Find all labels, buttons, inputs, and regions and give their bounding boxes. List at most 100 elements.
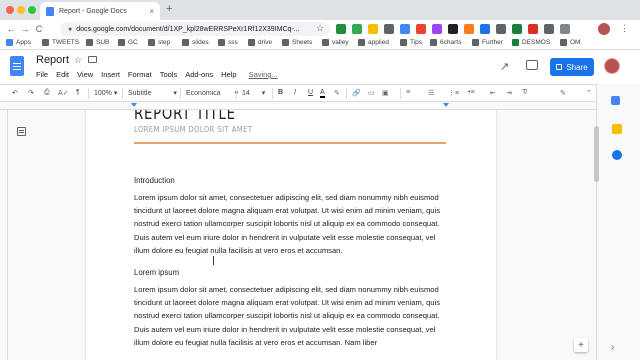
back-button[interactable]: ←: [4, 24, 18, 34]
highlight-icon[interactable]: ✎: [334, 89, 340, 97]
extension-icon[interactable]: [432, 24, 442, 34]
left-indent-marker[interactable]: [131, 103, 137, 107]
text-color-button[interactable]: A: [320, 89, 325, 98]
save-status[interactable]: Saving...: [249, 70, 278, 79]
document-title[interactable]: Report: [36, 54, 69, 66]
bookmark-item[interactable]: OM: [560, 39, 580, 46]
extension-icon[interactable]: [336, 24, 346, 34]
line-spacing-icon[interactable]: ☰: [428, 89, 434, 97]
paint-format-icon[interactable]: ¶: [76, 89, 80, 96]
menu-addons[interactable]: Add-ons: [185, 70, 213, 79]
paragraph[interactable]: Lorem ipsum dolor sit amet, consectetuer…: [134, 283, 452, 349]
extension-icon[interactable]: [528, 24, 538, 34]
bookmark-item[interactable]: Tips: [400, 39, 422, 46]
collapse-menus-icon[interactable]: ⌃: [586, 89, 592, 97]
bookmark-star-icon[interactable]: ☆: [316, 23, 324, 34]
profile-avatar[interactable]: [598, 23, 610, 35]
extension-icon[interactable]: [496, 24, 506, 34]
new-tab-button[interactable]: +: [166, 3, 172, 15]
keep-icon[interactable]: [612, 124, 622, 134]
extension-icon[interactable]: [480, 24, 490, 34]
bookmark-item[interactable]: GC: [118, 39, 138, 46]
spellcheck-icon[interactable]: A✓: [58, 89, 69, 97]
close-tab-icon[interactable]: ×: [149, 7, 154, 16]
add-comment-icon[interactable]: ▭: [368, 89, 375, 97]
paragraph[interactable]: Lorem ipsum dolor sit amet, consectetuer…: [134, 191, 452, 257]
undo-icon[interactable]: ↶: [12, 89, 18, 97]
extension-icon[interactable]: [560, 24, 570, 34]
bookmark-item[interactable]: DESMOS: [512, 39, 550, 46]
heading-introduction[interactable]: Introduction: [134, 176, 175, 185]
extension-icon[interactable]: [368, 24, 378, 34]
bookmark-item[interactable]: slides: [182, 39, 209, 46]
calendar-icon[interactable]: [611, 96, 620, 105]
align-left-icon[interactable]: ≡: [406, 89, 410, 96]
url-bar[interactable]: ● docs.google.com/document/d/1XP_kpl28wE…: [60, 22, 330, 36]
browser-tab[interactable]: Report - Google Docs ×: [40, 2, 160, 20]
increase-indent-icon[interactable]: ⇥: [506, 89, 512, 97]
zoom-select[interactable]: 100% ▾: [94, 89, 117, 97]
extension-icon[interactable]: [448, 24, 458, 34]
move-folder-icon[interactable]: [88, 56, 97, 63]
extension-icon[interactable]: [464, 24, 474, 34]
browser-menu-icon[interactable]: ⋮: [620, 23, 629, 34]
insert-image-icon[interactable]: ▣: [382, 89, 389, 97]
tasks-icon[interactable]: [612, 150, 622, 160]
italic-button[interactable]: I: [294, 89, 296, 96]
menu-view[interactable]: View: [77, 70, 93, 79]
maximize-window-button[interactable]: [28, 6, 36, 14]
underline-button[interactable]: U: [308, 89, 313, 96]
document-page[interactable]: REPORT TITLE LOREM IPSUM DOLOR SIT AMET …: [86, 110, 496, 360]
menu-edit[interactable]: Edit: [56, 70, 69, 79]
extension-icon[interactable]: [512, 24, 522, 34]
extension-icon[interactable]: [544, 24, 554, 34]
clear-formatting-icon[interactable]: T̸: [522, 89, 526, 96]
share-button[interactable]: Share: [550, 58, 594, 76]
redo-icon[interactable]: ↷: [28, 89, 34, 97]
link-icon[interactable]: 🔗: [352, 89, 361, 97]
bookmark-item[interactable]: step: [148, 39, 170, 46]
editing-mode-icon[interactable]: ✎: [560, 89, 566, 97]
explore-button[interactable]: +: [574, 338, 588, 352]
bookmark-item[interactable]: valley: [322, 39, 349, 46]
extension-icon[interactable]: [416, 24, 426, 34]
font-select[interactable]: Economica ▾: [186, 89, 238, 97]
heading-lorem-ipsum[interactable]: Lorem ipsum: [134, 268, 179, 277]
bookmark-item[interactable]: Apps: [6, 39, 31, 46]
activity-trend-icon[interactable]: ↗: [500, 60, 509, 73]
menu-tools[interactable]: Tools: [160, 70, 178, 79]
report-title[interactable]: REPORT TITLE: [134, 110, 236, 124]
star-icon[interactable]: ☆: [74, 55, 82, 66]
account-avatar[interactable]: [604, 58, 620, 74]
menu-insert[interactable]: Insert: [101, 70, 120, 79]
bookmark-item[interactable]: Further: [472, 39, 503, 46]
minimize-window-button[interactable]: [17, 6, 25, 14]
extension-icon[interactable]: [352, 24, 362, 34]
bookmark-item[interactable]: drive: [248, 39, 272, 46]
bulleted-list-icon[interactable]: •≡: [468, 89, 475, 96]
reload-button[interactable]: C: [32, 24, 46, 34]
docs-home-icon[interactable]: [10, 56, 24, 76]
close-window-button[interactable]: [6, 6, 14, 14]
bold-button[interactable]: B: [278, 89, 283, 96]
comment-history-icon[interactable]: [526, 60, 538, 70]
font-size-select[interactable]: 14 ▾: [242, 89, 265, 97]
menu-file[interactable]: File: [36, 70, 48, 79]
bookmark-item[interactable]: Sheets: [282, 39, 312, 46]
menu-help[interactable]: Help: [221, 70, 236, 79]
extension-icon[interactable]: [400, 24, 410, 34]
numbered-list-icon[interactable]: ⋮≡: [448, 89, 459, 97]
document-outline-icon[interactable]: [17, 127, 26, 136]
style-select[interactable]: Subtitle ▾: [128, 89, 177, 97]
scrollbar-thumb[interactable]: [594, 126, 599, 182]
bookmark-item[interactable]: TWEETS: [42, 39, 79, 46]
decrease-indent-icon[interactable]: ⇤: [490, 89, 496, 97]
report-subtitle[interactable]: LOREM IPSUM DOLOR SIT AMET: [134, 125, 252, 134]
bookmark-item[interactable]: sss: [218, 39, 238, 46]
extension-icon[interactable]: [384, 24, 394, 34]
forward-button[interactable]: →: [18, 24, 32, 34]
bookmark-item[interactable]: SUB: [86, 39, 109, 46]
bookmark-item[interactable]: applied: [358, 39, 389, 46]
print-icon[interactable]: ⎙: [44, 89, 50, 97]
bookmark-item[interactable]: 6charts: [430, 39, 461, 46]
